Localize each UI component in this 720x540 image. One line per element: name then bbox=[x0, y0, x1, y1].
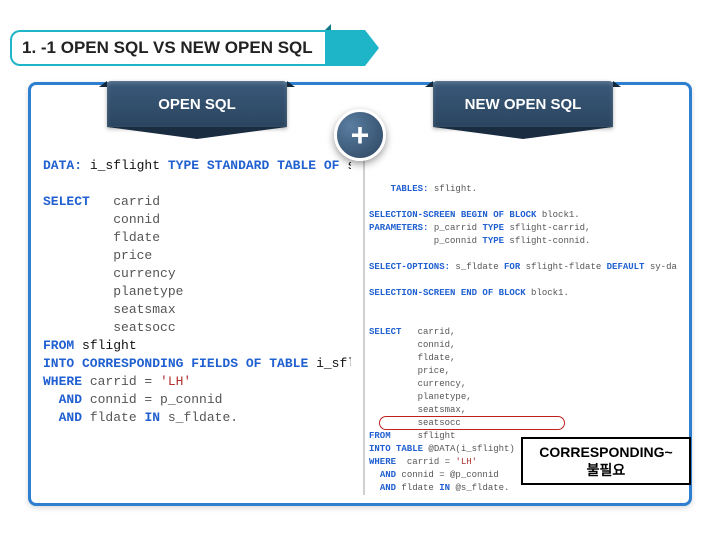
title-ribbon bbox=[325, 30, 365, 66]
banner-new-open-sql: NEW OPEN SQL bbox=[433, 81, 613, 127]
column-new-open-sql: NEW OPEN SQL TABLES: sflight. SELECTION-… bbox=[357, 85, 689, 503]
compare-container: OPEN SQL DATA: i_sflight TYPE STANDARD T… bbox=[28, 82, 692, 506]
banner-open-sql: OPEN SQL bbox=[107, 81, 287, 127]
plus-icon: + bbox=[334, 109, 386, 161]
banner-label: NEW OPEN SQL bbox=[465, 96, 582, 113]
banner-label: OPEN SQL bbox=[158, 96, 236, 113]
column-open-sql: OPEN SQL DATA: i_sflight TYPE STANDARD T… bbox=[31, 85, 363, 503]
note-corresponding: CORRESPONDING~불필요 bbox=[521, 437, 691, 485]
highlight-into-table bbox=[379, 416, 565, 430]
section-title: 1. -1 OPEN SQL VS NEW OPEN SQL bbox=[10, 30, 327, 66]
code-open-sql: DATA: i_sflight TYPE STANDARD TABLE OF s… bbox=[43, 157, 351, 491]
section-title-wrap: 1. -1 OPEN SQL VS NEW OPEN SQL bbox=[10, 30, 365, 66]
